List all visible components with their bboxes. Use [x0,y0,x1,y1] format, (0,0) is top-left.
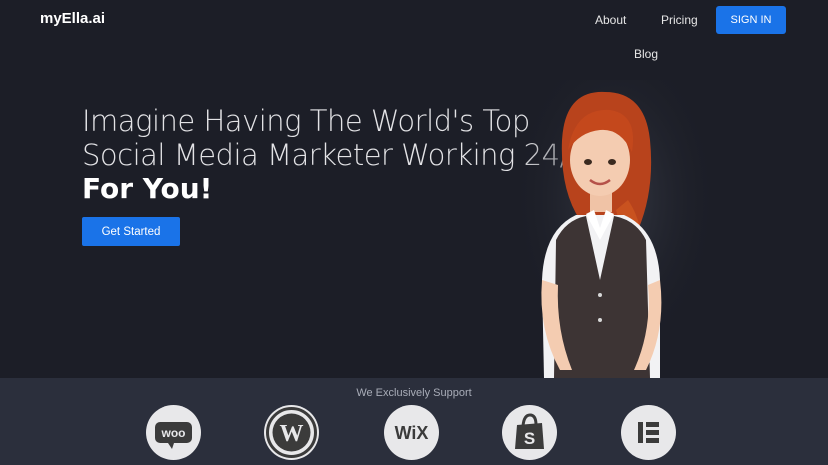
wordpress-icon: W [266,407,317,458]
support-title: We Exclusively Support [356,387,472,399]
sign-in-button[interactable]: SIGN IN [716,6,786,34]
ella-avatar-illustration [520,80,710,378]
woocommerce-icon: woo [155,422,192,449]
wordpress-logo[interactable]: W [264,405,319,460]
hero-headline-line-2: Social Media Marketer Working 24/7 [82,138,587,172]
nav-link-blog[interactable]: Blog [634,47,658,61]
hero-headline: Imagine Having The World's Top Social Me… [82,104,587,206]
elementor-icon [638,422,659,443]
wix-logo-text: WiX [395,423,429,443]
wix-icon: WiX [395,423,429,443]
shopify-icon: S [515,413,544,449]
top-navigation: myElla.ai About Pricing Blog SIGN IN [0,0,828,80]
get-started-button[interactable]: Get Started [82,217,180,246]
wix-logo[interactable]: WiX [384,405,439,460]
shopify-logo[interactable]: S [502,405,557,460]
hero-headline-emphasis: For You! [82,172,213,205]
nav-link-about[interactable]: About [595,13,626,27]
wordpress-logo-text: W [280,421,304,447]
woocommerce-logo-text: woo [161,426,186,440]
elementor-logo[interactable] [621,405,676,460]
supported-platforms-section: We Exclusively Support woo W WiX S [0,378,828,465]
site-logo[interactable]: myElla.ai [40,10,105,27]
nav-link-pricing[interactable]: Pricing [661,13,698,27]
woocommerce-logo[interactable]: woo [146,405,201,460]
shopify-logo-text: S [524,429,535,448]
hero-headline-line-1: Imagine Having The World's Top [82,104,530,138]
